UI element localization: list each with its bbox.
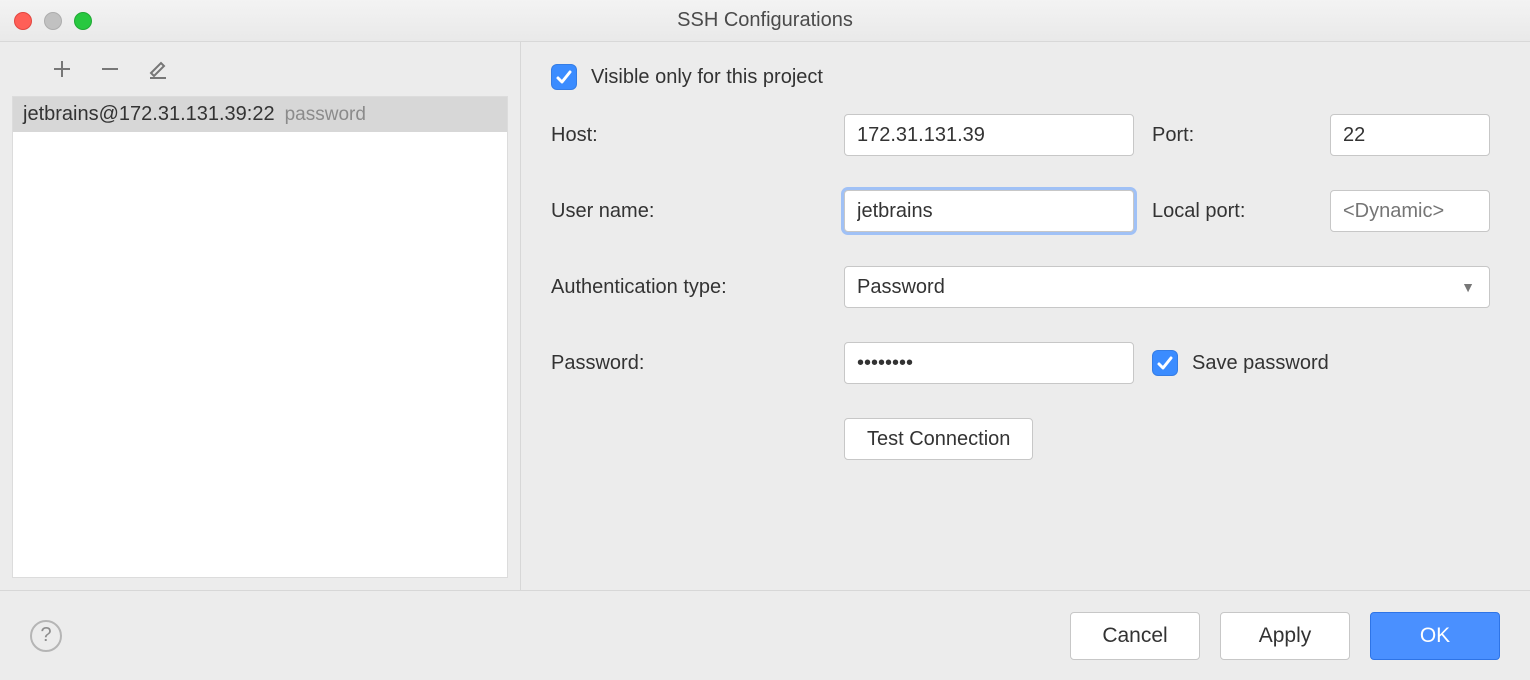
remove-icon[interactable] [98, 57, 122, 81]
ok-button[interactable]: OK [1370, 612, 1500, 660]
apply-button[interactable]: Apply [1220, 612, 1350, 660]
password-input[interactable] [844, 342, 1134, 384]
dialog-body: jetbrains@172.31.131.39:22 password Visi… [0, 42, 1530, 590]
edit-icon[interactable] [146, 57, 170, 81]
window-title: SSH Configurations [677, 9, 853, 32]
visible-only-label: Visible only for this project [591, 66, 823, 89]
help-icon[interactable]: ? [30, 620, 62, 652]
localport-input[interactable] [1330, 190, 1490, 232]
window-controls [14, 12, 92, 30]
add-icon[interactable] [50, 57, 74, 81]
config-list-toolbar [0, 42, 520, 96]
password-label: Password: [551, 352, 826, 375]
cancel-button[interactable]: Cancel [1070, 612, 1200, 660]
username-input[interactable] [844, 190, 1134, 232]
config-list-item-hint: password [285, 104, 366, 126]
chevron-down-icon: ▼ [1461, 279, 1475, 295]
close-window-icon[interactable] [14, 12, 32, 30]
localport-label: Local port: [1152, 200, 1312, 223]
config-list-item-label: jetbrains@172.31.131.39:22 [23, 103, 275, 126]
authtype-value: Password [857, 276, 945, 299]
config-list-item[interactable]: jetbrains@172.31.131.39:22 password [13, 97, 507, 132]
config-list-panel: jetbrains@172.31.131.39:22 password [0, 42, 521, 590]
port-input[interactable] [1330, 114, 1490, 156]
port-label: Port: [1152, 124, 1312, 147]
titlebar: SSH Configurations [0, 0, 1530, 42]
visible-only-checkbox[interactable] [551, 64, 577, 90]
host-input[interactable] [844, 114, 1134, 156]
config-form: Visible only for this project Host: Port… [521, 42, 1530, 590]
test-connection-button[interactable]: Test Connection [844, 418, 1033, 460]
save-password-checkbox[interactable] [1152, 350, 1178, 376]
username-label: User name: [551, 200, 826, 223]
dialog-footer: ? Cancel Apply OK [0, 590, 1530, 680]
authtype-select[interactable]: Password ▼ [844, 266, 1490, 308]
authtype-label: Authentication type: [551, 276, 826, 299]
minimize-window-icon[interactable] [44, 12, 62, 30]
zoom-window-icon[interactable] [74, 12, 92, 30]
host-label: Host: [551, 124, 826, 147]
save-password-label: Save password [1192, 352, 1329, 375]
config-list[interactable]: jetbrains@172.31.131.39:22 password [12, 96, 508, 578]
